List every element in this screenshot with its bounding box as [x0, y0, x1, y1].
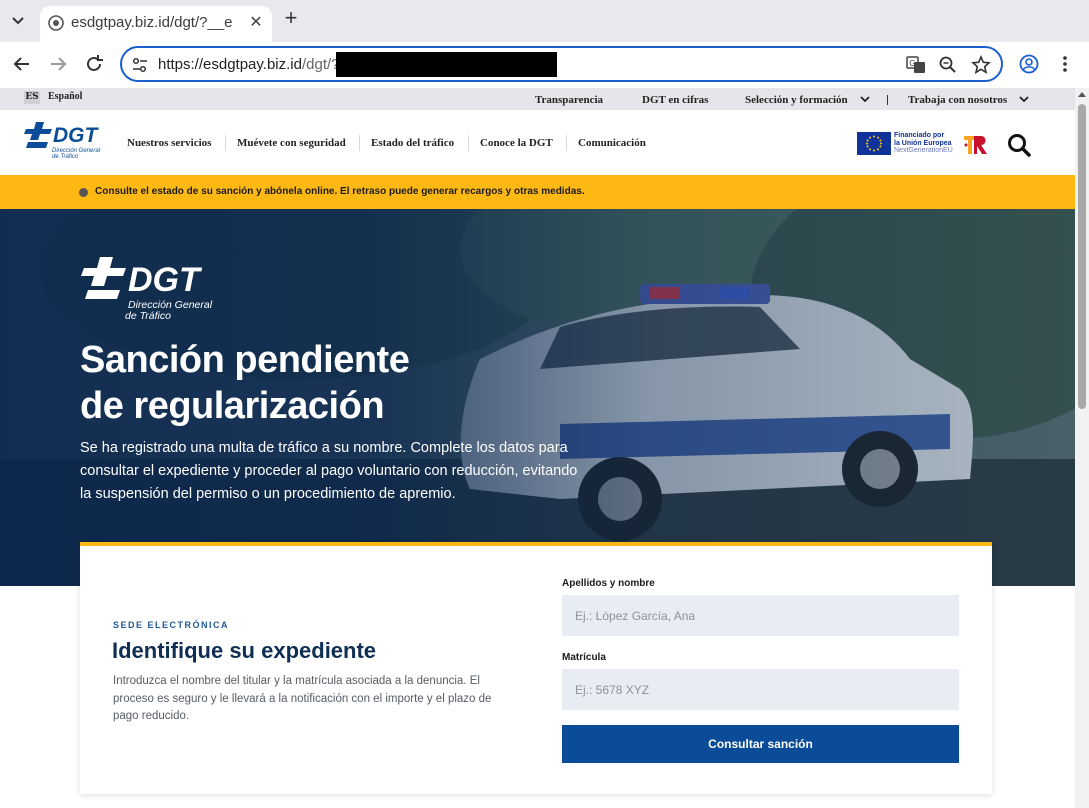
site-settings-icon[interactable]	[131, 56, 149, 74]
nav-conoce-la-dgt[interactable]: Conoce la DGT	[480, 137, 553, 149]
language-label[interactable]: Español	[48, 91, 82, 102]
page-scrollbar[interactable]	[1075, 88, 1089, 808]
search-icon[interactable]	[1006, 132, 1032, 158]
util-link-seleccion[interactable]: Selección y formación	[745, 94, 848, 106]
menu-kebab-icon[interactable]	[1054, 53, 1076, 75]
hero-logo-sub2: de Tráfico	[125, 310, 171, 322]
eu-flag-icon	[857, 132, 891, 155]
browser-toolbar: https://esdgtpay.biz.id/dgt/? G	[0, 42, 1089, 88]
tab-list-chevron-icon[interactable]	[9, 11, 27, 29]
hero-dgt-logo: DGT Dirección General de Tráfico	[81, 257, 213, 322]
header-logo-text: DGT	[53, 124, 100, 147]
profile-icon[interactable]	[1018, 53, 1040, 75]
tab-close-icon[interactable]: ✕	[246, 13, 266, 33]
redacted-block	[336, 52, 557, 77]
util-link-transparencia[interactable]: Transparencia	[535, 94, 603, 106]
header-logo-sub2: de Tráfico	[52, 154, 79, 160]
form-title: Identifique su expediente	[112, 638, 377, 663]
name-input[interactable]	[562, 595, 959, 636]
alert-banner: Consulte el estado de su sanción y abóne…	[0, 175, 1075, 209]
alert-dot-icon	[79, 188, 88, 197]
web-page: ES Español Transparencia DGT en cifras S…	[0, 88, 1075, 808]
translate-icon[interactable]: G	[906, 55, 926, 75]
chevron-down-icon[interactable]	[1019, 96, 1029, 103]
url-path: /dgt/?	[301, 56, 340, 73]
scrollbar-thumb[interactable]	[1078, 104, 1086, 409]
bookmark-star-icon[interactable]	[971, 55, 991, 75]
nav-estado-del-trafico[interactable]: Estado del tráfico	[371, 137, 454, 149]
new-tab-button[interactable]: +	[280, 7, 302, 30]
scroll-up-arrow-icon[interactable]	[1078, 92, 1086, 97]
nav-divider	[359, 135, 360, 151]
lookup-form-card: SEDE ELECTRÓNICA Identifique su expedien…	[80, 542, 992, 794]
hero-description: Se ha registrado una multa de tráfico a …	[80, 440, 578, 502]
eu-funding-badge: Financiado por la Unión Europea NextGene…	[857, 132, 957, 155]
nav-nuestros-servicios[interactable]: Nuestros servicios	[127, 137, 211, 149]
hero-title-line2: de regularización	[80, 385, 385, 427]
forward-arrow-icon[interactable]	[47, 53, 69, 75]
form-eyebrow: SEDE ELECTRÓNICA	[113, 620, 230, 630]
nav-comunicacion[interactable]: Comunicación	[578, 137, 646, 149]
plate-input[interactable]	[562, 669, 959, 710]
hero-title-line1: Sanción pendiente	[80, 339, 410, 381]
plate-field-label: Matrícula	[562, 652, 606, 663]
nav-muevete-con-seguridad[interactable]: Muévete con seguridad	[237, 137, 346, 149]
globe-icon	[48, 15, 64, 31]
eu-line1: Financiado por	[894, 132, 945, 139]
name-field-label: Apellidos y nombre	[562, 578, 655, 589]
util-link-dgt-en-cifras[interactable]: DGT en cifras	[642, 94, 708, 106]
nav-divider	[468, 135, 469, 151]
nav-divider	[566, 135, 567, 151]
hero-title: Sanción pendiente de regularización	[80, 337, 580, 429]
svg-text:G: G	[909, 59, 915, 68]
eu-line3: NextGenerationEU	[894, 147, 953, 154]
language-code[interactable]: ES	[24, 91, 40, 104]
nav-divider	[225, 135, 226, 151]
eu-funding-text: Financiado por la Unión Europea NextGene…	[894, 132, 953, 155]
tab-title: esdgtpay.biz.id/dgt/?__e	[71, 14, 233, 31]
chevron-down-icon[interactable]	[860, 96, 870, 103]
hero-banner: DGT Dirección General de Tráfico Sanción…	[0, 209, 1075, 586]
utility-bar: ES Español Transparencia DGT en cifras S…	[0, 88, 1075, 110]
util-link-trabaja[interactable]: Trabaja con nosotros	[908, 94, 1007, 106]
recovery-plan-logo	[964, 136, 987, 154]
eu-line2: la Unión Europea	[894, 139, 952, 147]
browser-tab-bar: esdgtpay.biz.id/dgt/?__e ✕ +	[0, 0, 1089, 42]
back-arrow-icon[interactable]	[11, 53, 33, 75]
reload-icon[interactable]	[83, 53, 105, 75]
zoom-icon[interactable]	[938, 55, 958, 75]
browser-tab[interactable]: esdgtpay.biz.id/dgt/?__e ✕	[40, 6, 272, 42]
form-description: Introduzca el nombre del titular y la ma…	[113, 675, 492, 722]
hero-logo-text: DGT	[128, 261, 203, 299]
alert-text: Consulte el estado de su sanción y abóne…	[95, 186, 585, 197]
dgt-logo[interactable]: DGT Dirección General de Tráfico	[22, 120, 104, 162]
util-separator	[887, 95, 888, 105]
url-host: https://esdgtpay.biz.id	[158, 56, 302, 73]
address-bar[interactable]: https://esdgtpay.biz.id/dgt/? G	[120, 46, 1003, 82]
site-header: DGT Dirección General de Tráfico Nuestro…	[0, 110, 1075, 175]
url-text: https://esdgtpay.biz.id/dgt/?	[158, 56, 340, 73]
consultar-sancion-button[interactable]: Consultar sanción	[562, 725, 959, 763]
